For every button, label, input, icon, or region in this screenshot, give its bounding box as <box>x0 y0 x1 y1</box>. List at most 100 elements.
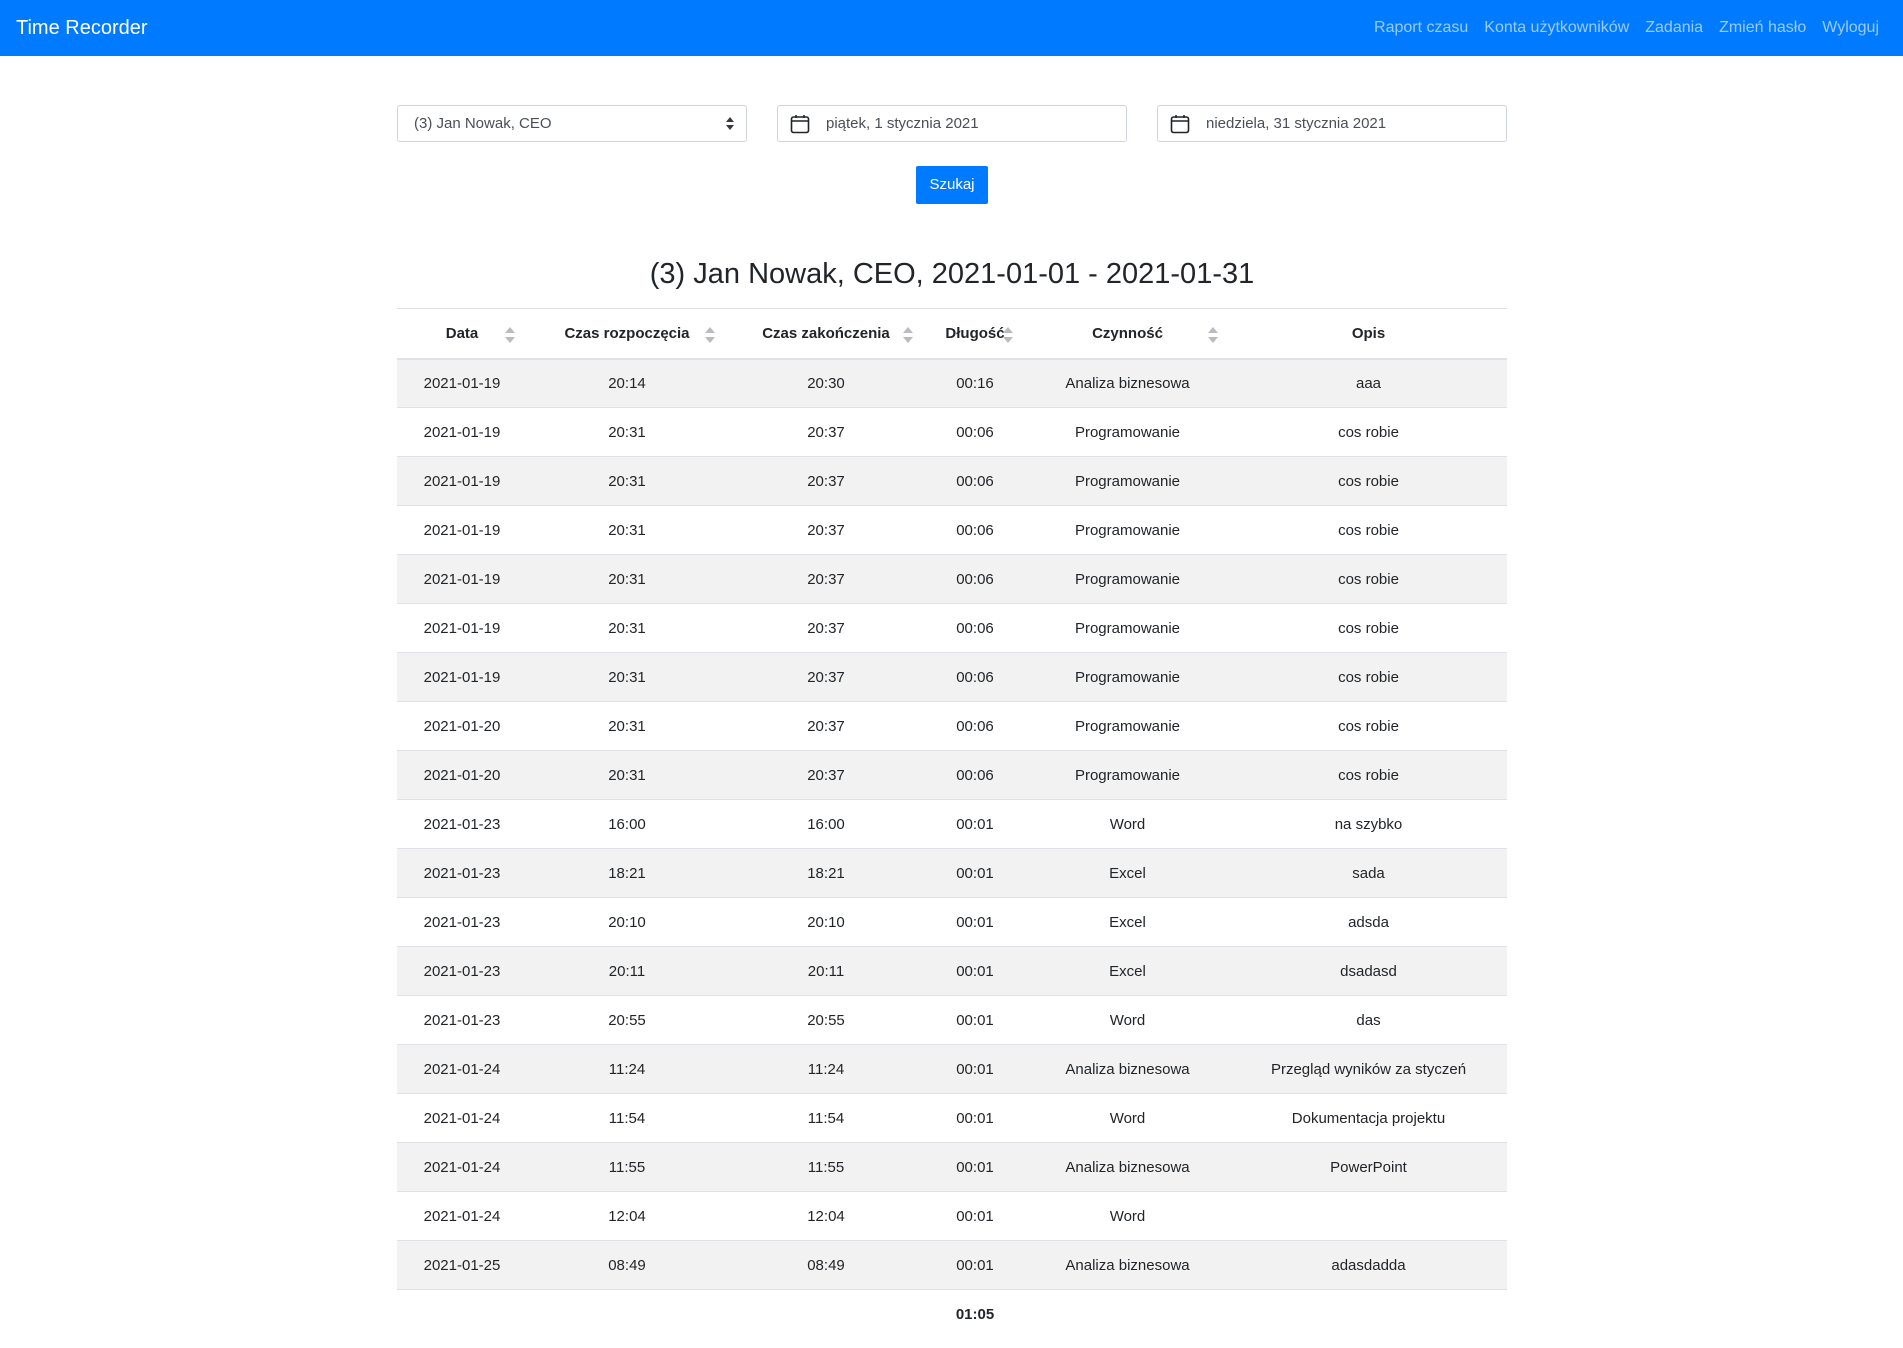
nav-link-logout[interactable]: Wyloguj <box>1822 19 1879 37</box>
cell-activity: Excel <box>1025 848 1230 898</box>
column-header-duration[interactable]: Długość <box>925 308 1025 360</box>
cell-start-time: 20:31 <box>527 603 727 653</box>
sort-icon <box>903 327 913 343</box>
table-body: 2021-01-19 20:14 20:30 00:16 Analiza bizneso… <box>397 358 1507 1290</box>
cell-end-time: 16:00 <box>727 799 925 849</box>
cell-activity: Programowanie <box>1025 652 1230 702</box>
cell-activity: Analiza biznesowa <box>1025 1240 1230 1290</box>
sort-icon <box>1003 327 1013 343</box>
app-brand[interactable]: Time Recorder <box>16 0 148 56</box>
table-row: 2021-01-24 11:24 11:24 00:01 Analiza bizneso… <box>397 1044 1507 1094</box>
nav-link-change-password[interactable]: Zmień hasło <box>1719 19 1806 37</box>
calendar-icon <box>790 115 810 134</box>
cell-end-time: 20:37 <box>727 652 925 702</box>
column-header-date[interactable]: Data <box>397 308 527 360</box>
cell-activity: Programowanie <box>1025 603 1230 653</box>
cell-start-time: 11:54 <box>527 1093 727 1143</box>
sort-icon <box>705 327 715 343</box>
table-row: 2021-01-24 12:04 12:04 00:01 Word <box>397 1191 1507 1241</box>
table-row: 2021-01-19 20:31 20:37 00:06 Programowanie co… <box>397 407 1507 457</box>
cell-date: 2021-01-23 <box>397 799 527 849</box>
nav-link-time-report[interactable]: Raport czasu <box>1374 19 1468 37</box>
cell-description: adasdadda <box>1230 1240 1507 1290</box>
cell-description: cos robie <box>1230 750 1507 800</box>
nav-link-user-accounts[interactable]: Konta użytkowników <box>1484 19 1629 37</box>
table-row: 2021-01-20 20:31 20:37 00:06 Programowanie co… <box>397 750 1507 800</box>
cell-duration: 00:01 <box>925 946 1025 996</box>
cell-date: 2021-01-24 <box>397 1191 527 1241</box>
user-select[interactable]: (3) Jan Nowak, CEO <box>397 105 747 142</box>
cell-description: aaa <box>1230 358 1507 408</box>
cell-end-time: 20:55 <box>727 995 925 1045</box>
cell-date: 2021-01-25 <box>397 1240 527 1290</box>
table-row: 2021-01-19 20:31 20:37 00:06 Programowanie co… <box>397 456 1507 506</box>
main-content: (3) Jan Nowak, CEO piątek, 1 stycznia 20… <box>397 105 1507 1340</box>
table-row: 2021-01-23 16:00 16:00 00:01 Word na szybko <box>397 799 1507 849</box>
cell-activity: Analiza biznesowa <box>1025 1142 1230 1192</box>
cell-end-time: 20:11 <box>727 946 925 996</box>
cell-duration: 00:01 <box>925 1044 1025 1094</box>
report-title: (3) Jan Nowak, CEO, 2021-01-01 - 2021-01… <box>649 258 1255 290</box>
cell-start-time: 20:31 <box>527 505 727 555</box>
date-to-picker[interactable]: niedziela, 31 stycznia 2021 <box>1157 105 1507 142</box>
search-row: Szukaj <box>397 166 1507 204</box>
table-row: 2021-01-19 20:31 20:37 00:06 Programowanie co… <box>397 652 1507 702</box>
search-button[interactable]: Szukaj <box>916 166 988 204</box>
cell-description <box>1230 1191 1507 1241</box>
column-header-label: Czas rozpoczęcia <box>564 324 690 342</box>
column-header-activity[interactable]: Czynność <box>1025 308 1230 360</box>
table-row: 2021-01-19 20:31 20:37 00:06 Programowanie co… <box>397 554 1507 604</box>
cell-end-time: 20:37 <box>727 554 925 604</box>
cell-duration: 00:01 <box>925 897 1025 947</box>
cell-activity: Word <box>1025 1093 1230 1143</box>
cell-description: cos robie <box>1230 652 1507 702</box>
cell-activity: Programowanie <box>1025 505 1230 555</box>
calendar-icon <box>1170 115 1190 134</box>
date-to-value: niedziela, 31 stycznia 2021 <box>1206 115 1387 132</box>
cell-description: Dokumentacja projektu <box>1230 1093 1507 1143</box>
cell-description: cos robie <box>1230 456 1507 506</box>
user-select-value: (3) Jan Nowak, CEO <box>414 115 552 132</box>
nav-link-tasks[interactable]: Zadania <box>1645 19 1703 37</box>
cell-start-time: 12:04 <box>527 1191 727 1241</box>
cell-date: 2021-01-23 <box>397 897 527 947</box>
cell-date: 2021-01-23 <box>397 995 527 1045</box>
navbar: Time Recorder Raport czasu Konta użytkow… <box>0 0 1903 56</box>
column-header-label: Długość <box>945 324 1005 342</box>
cell-duration: 00:01 <box>925 1191 1025 1241</box>
cell-description: cos robie <box>1230 505 1507 555</box>
cell-end-time: 20:37 <box>727 603 925 653</box>
date-from-picker[interactable]: piątek, 1 stycznia 2021 <box>777 105 1127 142</box>
cell-duration: 00:06 <box>925 750 1025 800</box>
table-row: 2021-01-23 20:11 20:11 00:01 Excel dsadasd <box>397 946 1507 996</box>
cell-date: 2021-01-24 <box>397 1044 527 1094</box>
cell-duration: 00:06 <box>925 407 1025 457</box>
cell-activity: Excel <box>1025 897 1230 947</box>
select-arrows-icon <box>726 117 734 130</box>
column-header-description: Opis <box>1230 308 1507 360</box>
column-header-end-time[interactable]: Czas zakończenia <box>727 308 925 360</box>
cell-date: 2021-01-19 <box>397 456 527 506</box>
column-header-start-time[interactable]: Czas rozpoczęcia <box>527 308 727 360</box>
cell-activity: Word <box>1025 799 1230 849</box>
table-row: 2021-01-19 20:14 20:30 00:16 Analiza bizneso… <box>397 358 1507 408</box>
table-row: 2021-01-25 08:49 08:49 00:01 Analiza bizneso… <box>397 1240 1507 1290</box>
date-from-value: piątek, 1 stycznia 2021 <box>826 115 979 132</box>
cell-end-time: 11:55 <box>727 1142 925 1192</box>
cell-end-time: 20:10 <box>727 897 925 947</box>
cell-date: 2021-01-19 <box>397 603 527 653</box>
cell-description: cos robie <box>1230 603 1507 653</box>
cell-activity: Excel <box>1025 946 1230 996</box>
cell-start-time: 20:11 <box>527 946 727 996</box>
cell-end-time: 20:37 <box>727 407 925 457</box>
cell-start-time: 20:10 <box>527 897 727 947</box>
table-row: 2021-01-23 18:21 18:21 00:01 Excel sada <box>397 848 1507 898</box>
cell-start-time: 11:24 <box>527 1044 727 1094</box>
cell-duration: 00:01 <box>925 848 1025 898</box>
cell-duration: 00:01 <box>925 995 1025 1045</box>
cell-activity: Word <box>1025 1191 1230 1241</box>
cell-start-time: 20:31 <box>527 554 727 604</box>
cell-duration: 00:06 <box>925 652 1025 702</box>
sort-icon <box>505 327 515 343</box>
total-duration: 01:05 <box>925 1289 1025 1340</box>
